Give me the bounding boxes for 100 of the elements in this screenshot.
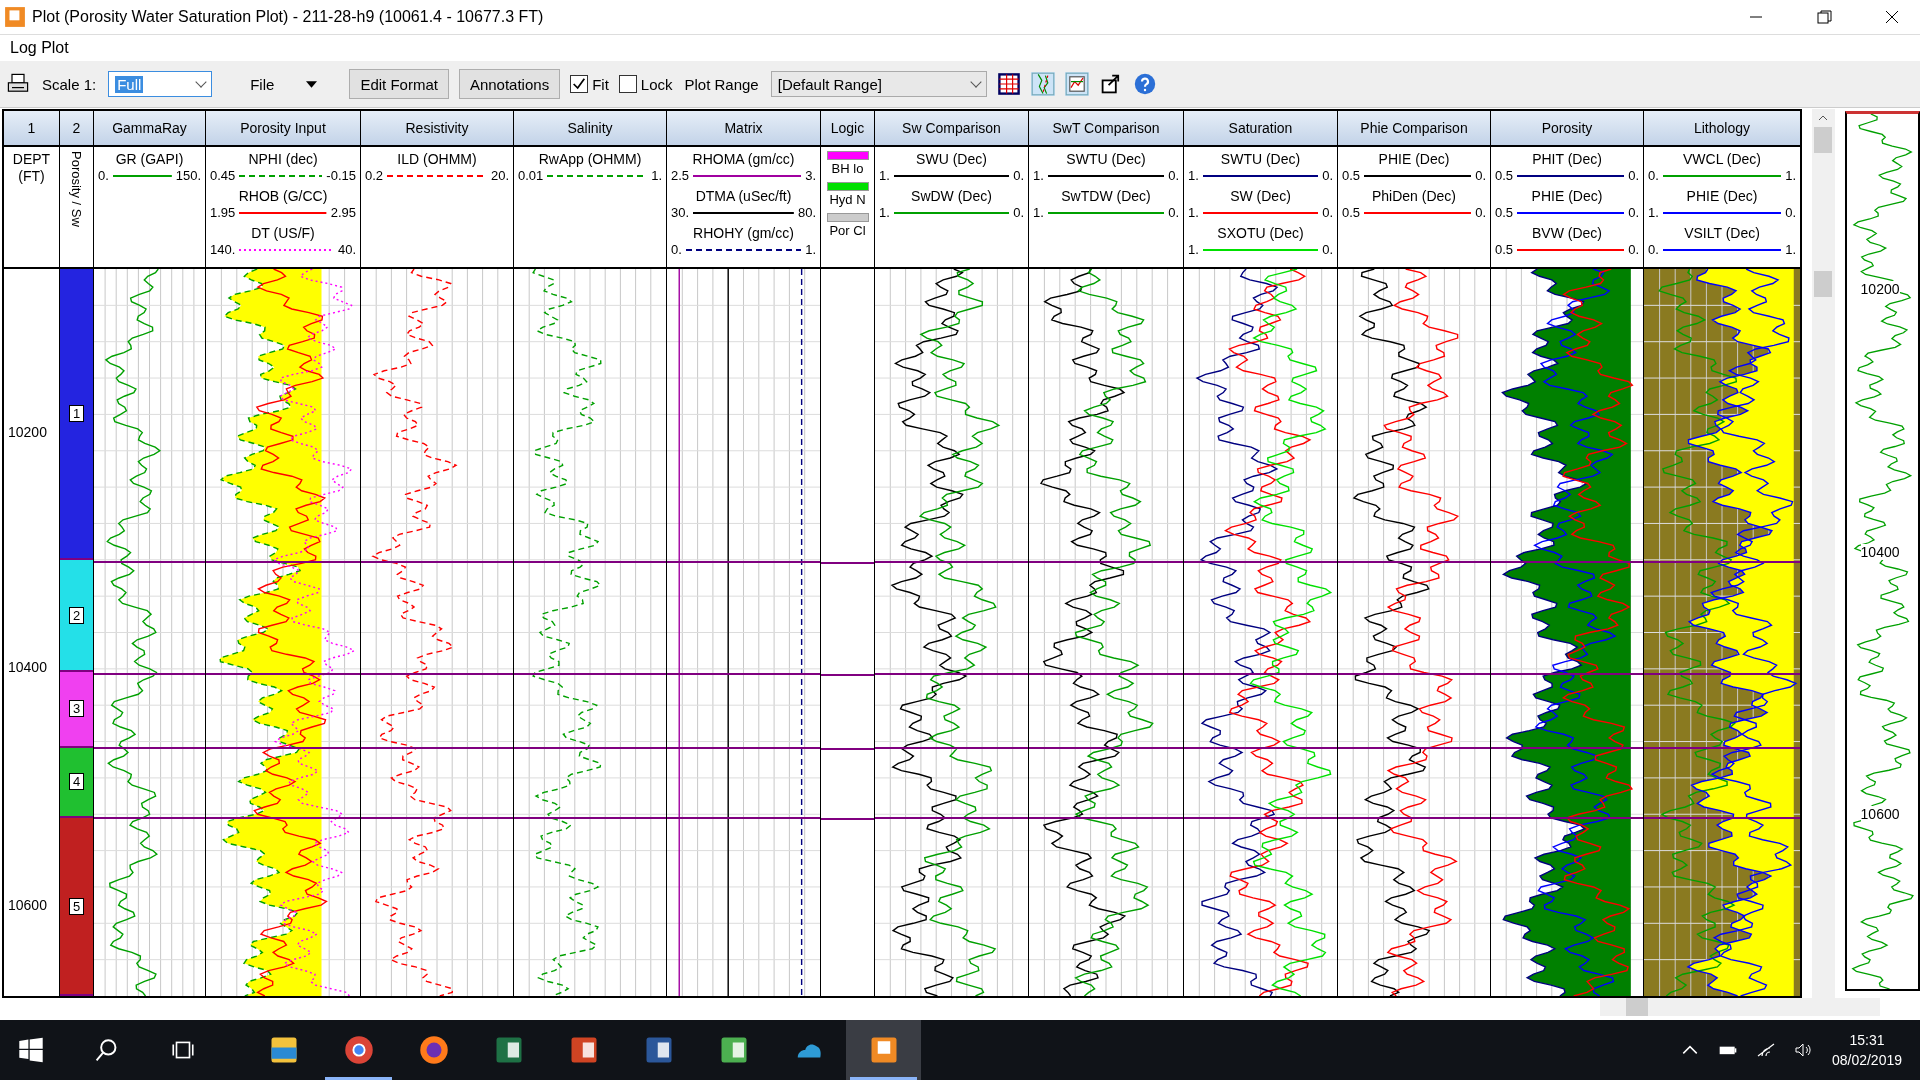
scale-max: 20. xyxy=(490,168,509,183)
curve-name: RHOB (G/CC) xyxy=(238,188,328,205)
zone-label: 2 xyxy=(68,606,85,624)
track-header[interactable]: Porosity Input xyxy=(206,111,360,147)
track-header[interactable]: 1 xyxy=(4,111,59,147)
curve-name: NPHI (dec) xyxy=(248,151,318,168)
track-header[interactable]: GammaRay xyxy=(94,111,205,147)
scroll-thumb[interactable] xyxy=(1814,271,1833,297)
scale-max: 1. xyxy=(651,168,662,183)
taskbar-app[interactable] xyxy=(846,1020,921,1080)
window-title: Plot (Porosity Water Saturation Plot) - 211-28-h9 (10061.4 - 10677.3 FT) xyxy=(32,8,544,26)
track-header[interactable]: Logic xyxy=(821,111,874,147)
scale-min: 0.5 xyxy=(1495,205,1514,220)
plot-range-dropdown[interactable]: [Default Range] xyxy=(770,71,987,97)
track-view-icon[interactable] xyxy=(1030,72,1055,96)
legend-label: Hyd N xyxy=(829,191,866,209)
curve-name: SwDW (Dec) xyxy=(911,188,992,205)
zone-label: 4 xyxy=(68,773,85,791)
scale-max: 0. xyxy=(1475,205,1486,220)
scale-min: 1. xyxy=(1033,168,1044,183)
wifi-icon[interactable] xyxy=(1755,1041,1776,1059)
caret-icon[interactable] xyxy=(306,80,318,88)
lock-checkbox[interactable]: Lock xyxy=(618,75,673,93)
scale-max: 80. xyxy=(797,205,816,220)
windows-start-icon[interactable] xyxy=(18,1037,44,1063)
fit-checkbox[interactable]: Fit xyxy=(570,75,609,93)
curve-name: DTMA (uSec/ft) xyxy=(695,188,792,205)
scale-min: 0.5 xyxy=(1342,205,1361,220)
scroll-thumb[interactable] xyxy=(1626,998,1648,1016)
volume-icon[interactable] xyxy=(1793,1041,1814,1059)
depth-label: 10200 xyxy=(8,423,47,440)
scale-min: 0.45 xyxy=(210,168,236,183)
file-menu[interactable]: File xyxy=(248,75,277,93)
curve-name: SWTU (Dec) xyxy=(1220,151,1301,168)
app-logo-icon xyxy=(4,6,26,28)
scale-max: 0. xyxy=(1628,242,1639,257)
legend-label: Por Cl xyxy=(829,222,866,240)
scale-min: 1.95 xyxy=(210,205,236,220)
curve-name: PHIE (Dec) xyxy=(1686,188,1758,205)
panel-title: Log Plot xyxy=(10,39,69,57)
track-header[interactable]: Saturation xyxy=(1184,111,1337,147)
depth-label: 10600 xyxy=(1860,806,1900,822)
toolbar-button[interactable]: Edit Format xyxy=(349,69,449,99)
clock-date[interactable]: 08/02/2019 xyxy=(1831,1050,1902,1070)
scale-max: 3. xyxy=(805,168,816,183)
scale-max: 0. xyxy=(1785,205,1796,220)
track-header[interactable]: Sw Comparison xyxy=(875,111,1028,147)
track-header[interactable]: Matrix xyxy=(667,111,820,147)
scale-max: 0. xyxy=(1168,205,1179,220)
scale-max: 0. xyxy=(1322,205,1333,220)
scale-min: 1. xyxy=(1188,168,1199,183)
track-header[interactable]: 2 xyxy=(60,111,93,147)
curve-name: SWTU (Dec) xyxy=(1066,151,1146,168)
curve-name: ILD (OHMM) xyxy=(397,151,477,168)
zone-label: 1 xyxy=(68,404,85,422)
scale-max: 0. xyxy=(1013,168,1024,183)
close-icon[interactable] xyxy=(1884,9,1900,25)
scroll-up-icon[interactable] xyxy=(1818,115,1829,121)
toolbar-button[interactable]: Annotations xyxy=(458,69,561,99)
clock-time[interactable]: 15:31 xyxy=(1849,1030,1885,1050)
scale-max: 1. xyxy=(1785,242,1796,257)
scale-min: 0.01 xyxy=(518,168,544,183)
curve-name: SwTDW (Dec) xyxy=(1061,188,1151,205)
track-header[interactable]: Resistivity xyxy=(361,111,513,147)
zone-label: 5 xyxy=(68,897,85,915)
track-header[interactable]: Phie Comparison xyxy=(1338,111,1490,147)
grid-icon[interactable] xyxy=(996,72,1021,96)
depth-label: 10600 xyxy=(8,897,47,914)
curve-name: SXOTU (Dec) xyxy=(1217,225,1304,242)
scale-max: -0.15 xyxy=(326,168,356,183)
curve-name: RHOHY (gm/cc) xyxy=(693,225,794,242)
browser-icon xyxy=(343,1035,374,1065)
track-header[interactable]: Porosity xyxy=(1491,111,1643,147)
curve-name: BVW (Dec) xyxy=(1532,225,1602,242)
track-header[interactable]: SwT Comparison xyxy=(1029,111,1183,147)
scale-label: Scale 1: xyxy=(41,75,98,93)
help-icon[interactable] xyxy=(1132,72,1157,96)
scale-max: 0. xyxy=(1168,168,1179,183)
scrollbar[interactable] xyxy=(1600,998,1880,1016)
curve-name: GR (GAPI) xyxy=(115,151,184,168)
scale-min: 1. xyxy=(879,205,890,220)
scale-min: 0.5 xyxy=(1495,168,1514,183)
scale-min: 1. xyxy=(1188,205,1199,220)
scale-min: 1. xyxy=(1033,205,1044,220)
plot-range-label: Plot Range xyxy=(683,75,760,93)
depth-overview[interactable]: 10200 10400 10600 xyxy=(1844,111,1920,991)
scale-min: 0. xyxy=(1648,168,1659,183)
curve-name: VSILT (Dec) xyxy=(1684,225,1760,242)
chart-view-icon[interactable] xyxy=(1064,72,1089,96)
scale-min: 2.5 xyxy=(671,168,690,183)
scale-min: 0. xyxy=(98,168,109,183)
scale-max: 2.95 xyxy=(330,205,356,220)
track-header[interactable]: Lithology xyxy=(1644,111,1800,147)
track-header[interactable]: Salinity xyxy=(514,111,666,147)
curve-name: SWU (Dec) xyxy=(916,151,987,168)
legend-label: BH lo xyxy=(831,160,864,178)
scroll-thumb[interactable] xyxy=(1814,127,1833,153)
restore-icon[interactable] xyxy=(1816,9,1832,25)
depth-label: 10400 xyxy=(1860,543,1900,560)
scale-max: 0. xyxy=(1628,168,1639,183)
